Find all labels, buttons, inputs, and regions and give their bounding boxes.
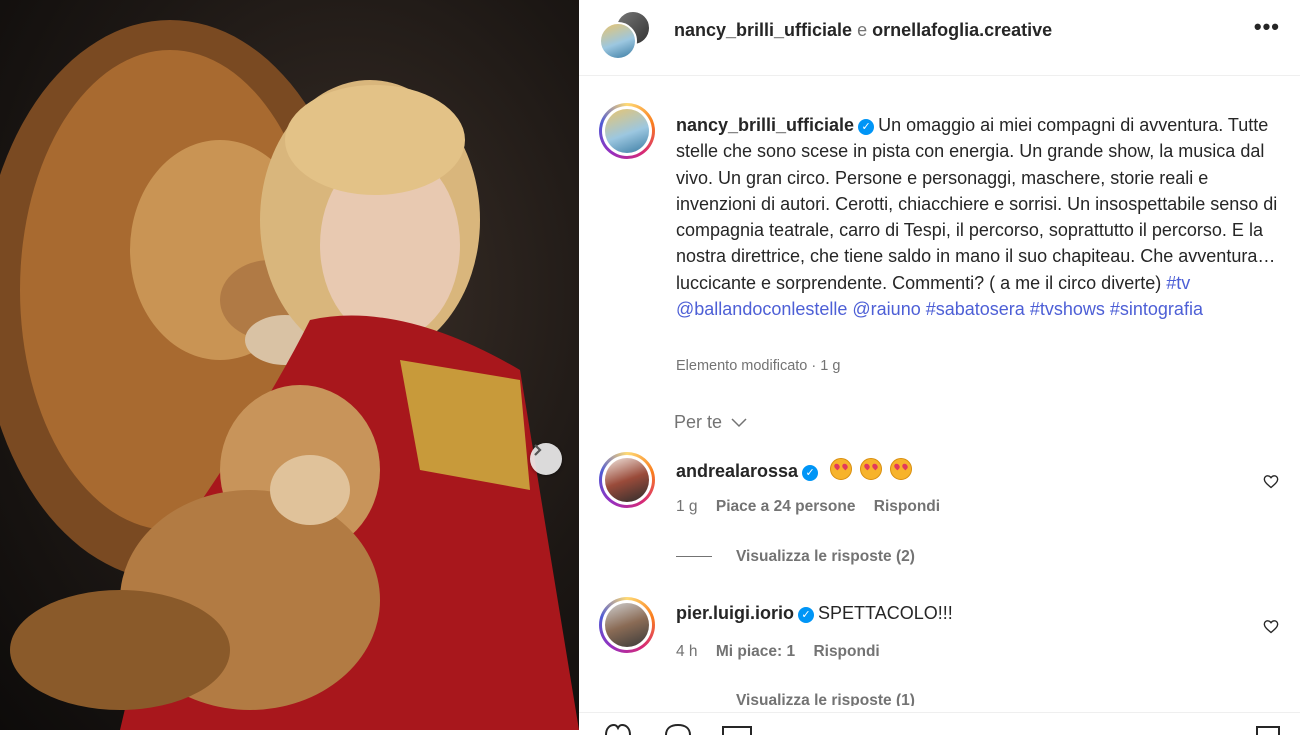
post-panel: nancy_brilli_ufficiale e ornellafoglia.c… bbox=[579, 0, 1300, 735]
mention-ballandoconlestelle[interactable]: @ballandoconlestelle bbox=[676, 299, 847, 319]
view-replies-button[interactable]: Visualizza le risposte (1) bbox=[676, 692, 915, 706]
mention-raiuno[interactable]: @raiuno bbox=[852, 299, 920, 319]
comment-sort-dropdown[interactable]: Per te bbox=[674, 412, 747, 433]
conjunction-text: e bbox=[857, 20, 868, 40]
heart-eyes-emoji-icon bbox=[830, 458, 853, 480]
comment-icon[interactable] bbox=[664, 723, 692, 735]
like-icon[interactable] bbox=[604, 723, 632, 735]
hashtag-sabatosera[interactable]: #sabatosera bbox=[926, 299, 1025, 319]
view-replies-label: Visualizza le risposte (1) bbox=[736, 692, 915, 706]
coauthor-link[interactable]: ornellafoglia.creative bbox=[872, 20, 1052, 40]
heart-outline-icon[interactable] bbox=[1263, 474, 1279, 489]
heart-outline-icon[interactable] bbox=[1263, 619, 1279, 634]
chevron-right-icon bbox=[534, 444, 542, 456]
replies-divider bbox=[676, 556, 712, 558]
caption-avatar[interactable] bbox=[599, 103, 655, 159]
lion-woman-illustration bbox=[0, 20, 579, 730]
reply-button[interactable]: Rispondi bbox=[874, 498, 940, 515]
comment-avatar[interactable] bbox=[599, 597, 655, 653]
avatar-author[interactable] bbox=[599, 22, 637, 60]
heart-eyes-emoji-icon bbox=[890, 458, 913, 480]
comment-likes[interactable]: Piace a 24 persone bbox=[716, 498, 856, 515]
comment-text: SPETTACOLO!!! bbox=[818, 603, 953, 623]
comment-body: andrealarossa ✓ bbox=[676, 458, 913, 482]
post-caption: nancy_brilli_ufficiale ✓ Un omaggio ai mie… bbox=[676, 112, 1286, 322]
verified-badge-icon: ✓ bbox=[802, 465, 819, 481]
comment-avatar[interactable] bbox=[599, 452, 655, 508]
header-authors: nancy_brilli_ufficiale e ornellafoglia.c… bbox=[674, 20, 1052, 41]
next-image-button[interactable] bbox=[530, 443, 562, 475]
sort-label: Per te bbox=[674, 412, 723, 432]
chevron-down-icon bbox=[731, 418, 747, 428]
comment-meta: 4 h Mi piace: 1 Rispondi bbox=[676, 643, 894, 661]
collab-avatars[interactable] bbox=[599, 10, 651, 60]
comment-username[interactable]: pier.luigi.iorio bbox=[676, 603, 794, 623]
edited-note: Elemento modificato · 1 g bbox=[676, 358, 841, 374]
comment-time[interactable]: 4 h bbox=[676, 643, 698, 660]
share-icon[interactable] bbox=[721, 725, 753, 735]
verified-badge-icon: ✓ bbox=[798, 607, 815, 623]
post-header: nancy_brilli_ufficiale e ornellafoglia.c… bbox=[579, 0, 1300, 76]
save-icon[interactable] bbox=[1255, 725, 1281, 735]
heart-eyes-emoji-icon bbox=[860, 458, 883, 480]
view-replies-button[interactable]: Visualizza le risposte (2) bbox=[676, 548, 915, 566]
comment-username[interactable]: andrealarossa bbox=[676, 461, 798, 481]
caption-username[interactable]: nancy_brilli_ufficiale bbox=[676, 115, 854, 135]
author-link[interactable]: nancy_brilli_ufficiale bbox=[674, 20, 852, 40]
hashtag-tv[interactable]: #tv bbox=[1166, 273, 1190, 293]
hashtag-sintografia[interactable]: #sintografia bbox=[1110, 299, 1203, 319]
comment-likes[interactable]: Mi piace: 1 bbox=[716, 643, 795, 660]
comment-time[interactable]: 1 g bbox=[676, 498, 698, 515]
verified-badge-icon: ✓ bbox=[858, 119, 875, 135]
comment-body: pier.luigi.iorio ✓ SPETTACOLO!!! bbox=[676, 603, 953, 624]
view-replies-label: Visualizza le risposte (2) bbox=[736, 548, 915, 565]
more-options-button[interactable]: ••• bbox=[1254, 14, 1280, 40]
caption-text: Un omaggio ai miei compagni di avventura… bbox=[676, 115, 1278, 293]
reply-button[interactable]: Rispondi bbox=[813, 643, 879, 660]
post-image[interactable] bbox=[0, 0, 579, 730]
comment-item: andrealarossa ✓ 1 g Piace a 24 persone Ri… bbox=[599, 452, 1279, 522]
comment-item: pier.luigi.iorio ✓ SPETTACOLO!!! 4 h Mi pi… bbox=[599, 597, 1279, 667]
hashtag-tvshows[interactable]: #tvshows bbox=[1030, 299, 1105, 319]
comment-meta: 1 g Piace a 24 persone Rispondi bbox=[676, 498, 954, 516]
